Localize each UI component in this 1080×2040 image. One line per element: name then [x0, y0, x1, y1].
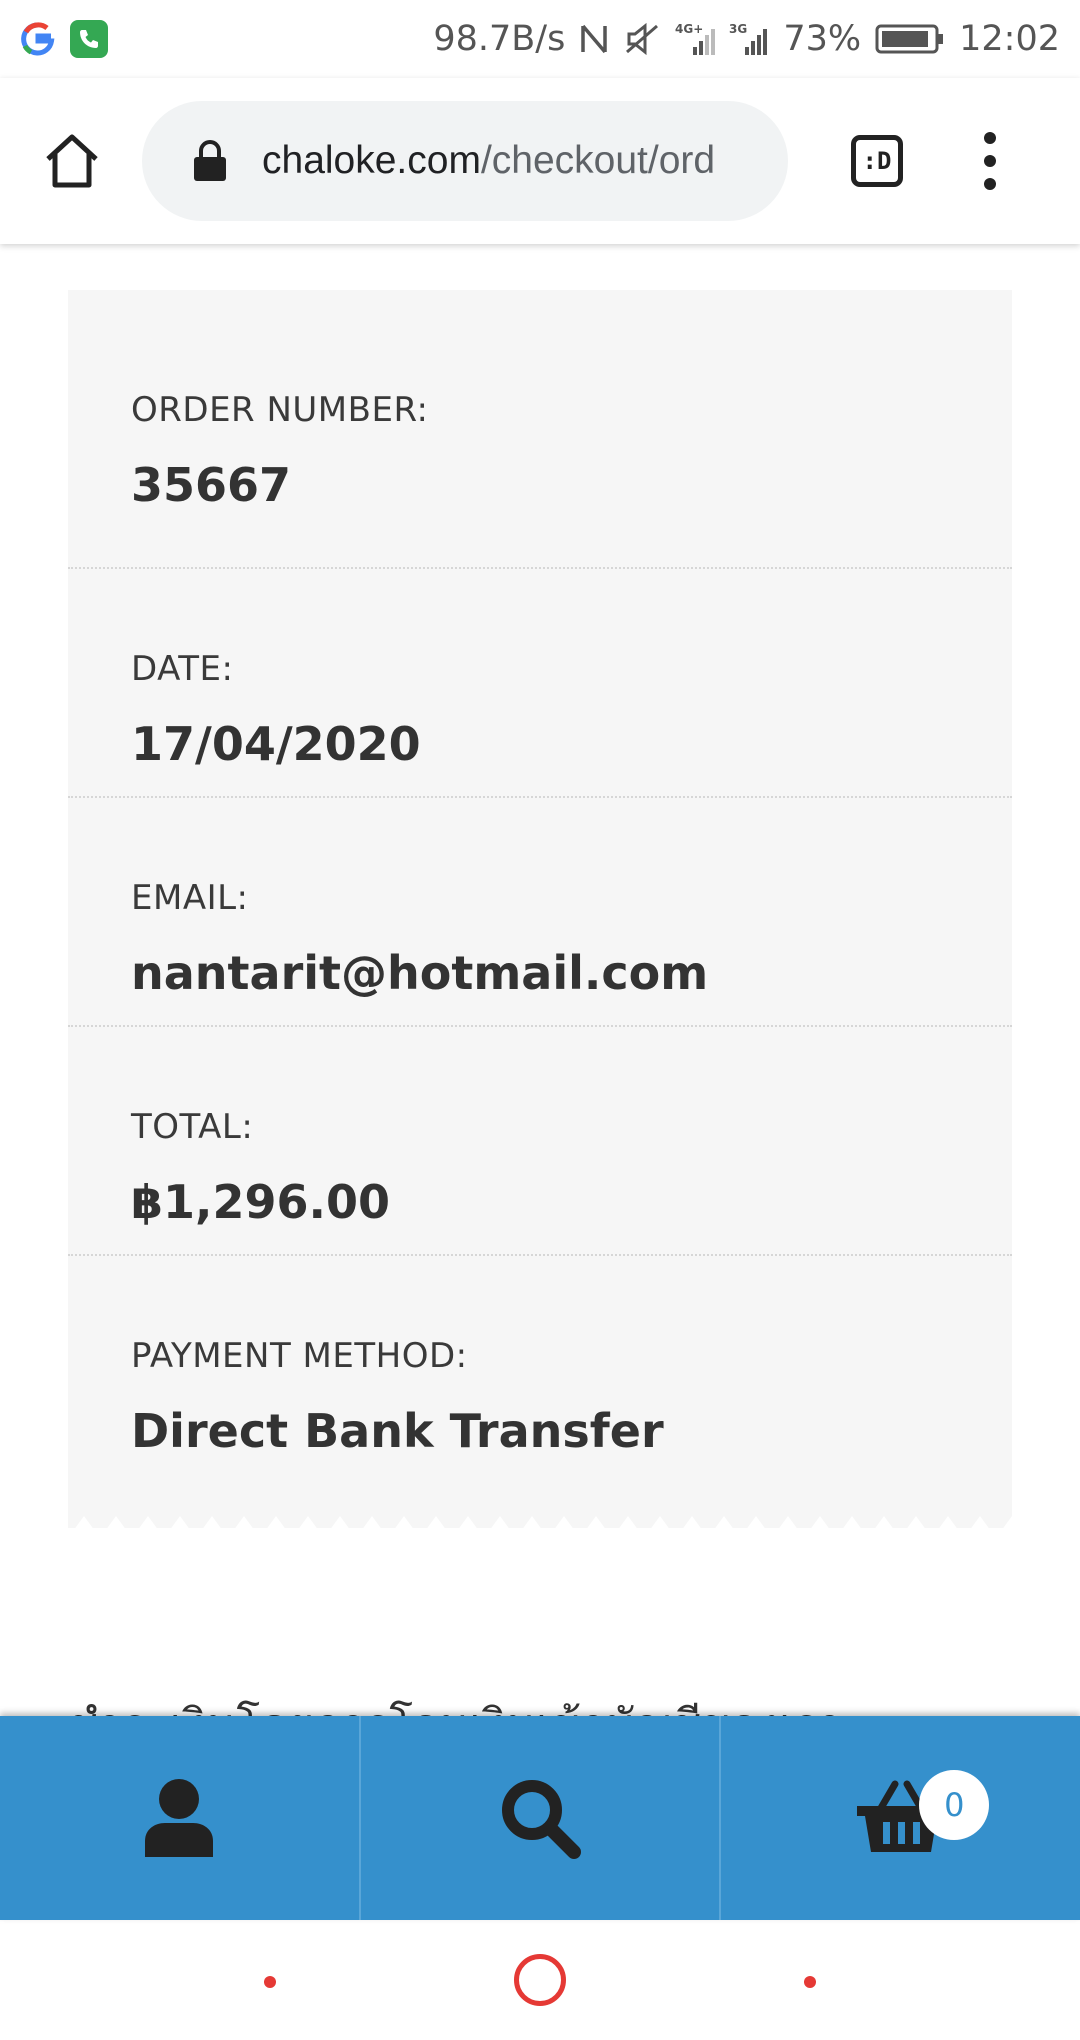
recents-button[interactable]	[804, 1976, 816, 1988]
home-icon	[46, 134, 98, 188]
battery-icon	[875, 23, 945, 55]
net-speed: 98.7B/s	[433, 19, 566, 59]
signal-3g-icon: 3G	[729, 21, 769, 57]
order-number-label: ORDER NUMBER:	[131, 390, 429, 430]
total-label: TOTAL:	[131, 1107, 254, 1147]
cart-count-badge: 0	[919, 1770, 990, 1840]
email-row: EMAIL: nantarit@hotmail.com	[68, 798, 1012, 1027]
account-button[interactable]	[0, 1716, 359, 1920]
home-system-button[interactable]	[514, 1954, 566, 2006]
back-button[interactable]	[264, 1976, 276, 1988]
mute-icon	[623, 22, 661, 56]
total-value: ฿1,296.00	[131, 1175, 390, 1229]
cart-button[interactable]: 0	[719, 1716, 1080, 1920]
date-label: DATE:	[131, 649, 234, 689]
nfc-icon	[579, 22, 609, 56]
overflow-menu-button[interactable]	[960, 118, 1020, 204]
svg-text:4G+: 4G+	[675, 22, 703, 36]
search-icon	[502, 1780, 581, 1859]
email-value: nantarit@hotmail.com	[131, 946, 709, 1000]
address-bar[interactable]: chaloke.com/checkout/ord	[142, 101, 788, 221]
svg-text:3G: 3G	[729, 22, 747, 36]
total-row: TOTAL: ฿1,296.00	[68, 1027, 1012, 1256]
clock: 12:02	[959, 19, 1060, 59]
status-right: 98.7B/s 4G+ 3G 73% 12:02	[433, 19, 1060, 59]
payment-method-row: PAYMENT METHOD: Direct Bank Transfer	[68, 1256, 1012, 1485]
google-icon	[20, 21, 56, 57]
payment-method-label: PAYMENT METHOD:	[131, 1336, 468, 1376]
date-value: 17/04/2020	[131, 717, 421, 771]
battery-percent: 73%	[783, 19, 862, 59]
menu-dot-icon	[984, 132, 996, 144]
url-domain: chaloke.com	[262, 139, 481, 182]
screen: 98.7B/s 4G+ 3G 73% 12:02 chaloke.com/che…	[0, 0, 1080, 2040]
payment-method-value: Direct Bank Transfer	[131, 1404, 664, 1458]
order-details-receipt: ORDER NUMBER: 35667 DATE: 17/04/2020 EMA…	[68, 290, 1012, 1528]
url-text: chaloke.com/checkout/ord	[262, 139, 715, 183]
home-button[interactable]	[30, 119, 114, 203]
order-number-row: ORDER NUMBER: 35667	[68, 290, 1012, 569]
tab-switcher-label: :D	[851, 135, 903, 187]
email-label: EMAIL:	[131, 878, 249, 918]
signal-4g-icon: 4G+	[675, 21, 716, 57]
bottom-nav-bar: 0	[0, 1716, 1080, 1920]
browser-toolbar: chaloke.com/checkout/ord :D	[0, 78, 1080, 244]
status-bar: 98.7B/s 4G+ 3G 73% 12:02	[0, 0, 1080, 78]
tab-switcher-button[interactable]: :D	[834, 118, 920, 204]
menu-dot-icon	[984, 178, 996, 190]
search-button[interactable]	[358, 1716, 720, 1920]
lock-icon	[194, 140, 226, 181]
order-number-value: 35667	[131, 458, 292, 512]
user-icon	[145, 1779, 214, 1857]
status-left	[20, 20, 108, 58]
date-row: DATE: 17/04/2020	[68, 569, 1012, 798]
url-path: /checkout/ord	[480, 139, 716, 182]
receipt-zigzag-bottom	[68, 1516, 1012, 1538]
phone-app-icon	[70, 20, 108, 58]
menu-dot-icon	[984, 155, 996, 167]
